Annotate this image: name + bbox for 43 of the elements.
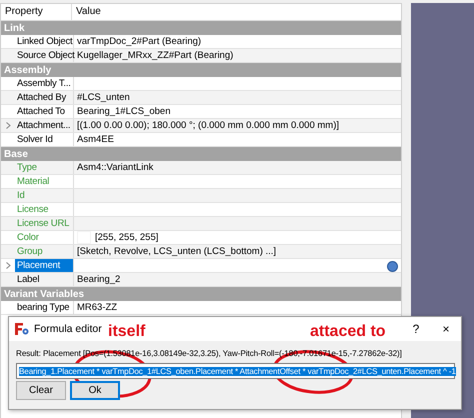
property-name[interactable]: Linked Object [15, 35, 74, 48]
column-header[interactable]: Value [72, 4, 105, 20]
property-name[interactable]: Color [15, 231, 74, 244]
annotation-text: attaced to [310, 323, 386, 341]
expression-field[interactable]: Bearing_1.Placement * varTmpDoc_1#LCS_oben.Placement * AttachmentOffset * varTmpDoc_2#LCS_unten.Placement ^ -1 [16, 363, 455, 379]
annotation-text: itself [108, 323, 146, 341]
group-title: Variant Variables [4, 288, 84, 300]
property-value: Bearing_1#LCS_oben [77, 106, 170, 117]
property-name[interactable]: Attached By [15, 91, 74, 104]
property-name[interactable]: Label [15, 273, 74, 286]
property-name[interactable]: Solver Id [15, 133, 74, 146]
chevron-icon[interactable] [6, 122, 10, 129]
property-name[interactable]: Material [15, 175, 74, 188]
property-value: [Sketch, Revolve, LCS_unten (LCS_bottom) ...] [77, 246, 276, 257]
property-name[interactable]: bearing Type [15, 301, 74, 314]
property-value: Asm4EE [77, 134, 114, 145]
group-title: Assembly [4, 64, 52, 76]
ok-button[interactable]: Ok [70, 381, 120, 400]
chevron-icon[interactable] [6, 262, 10, 269]
property-value: MR63-ZZ [77, 302, 118, 313]
property-value: #LCS_unten [77, 92, 130, 103]
property-value: Kugellager_MRxx_ZZ#Part (Bearing) [77, 50, 234, 61]
property-name[interactable]: Source Object [15, 49, 74, 62]
dialog-title: Formula editor [34, 323, 102, 335]
column-header[interactable]: Property [1, 4, 72, 20]
help-button[interactable]: ? [401, 318, 431, 340]
property-value: [(1.00 0.00 0.00); 180.000 °; (0.000 mm 0.000 mm 0.000 mm)] [77, 120, 340, 131]
group-title: Base [4, 148, 28, 160]
close-button[interactable]: × [431, 318, 461, 340]
property-name[interactable]: Attached To [15, 105, 74, 118]
group-title: Link [4, 22, 25, 34]
property-name[interactable]: Assembly T... [15, 77, 74, 90]
property-name[interactable]: Attachment... [15, 119, 74, 132]
property-value: varTmpDoc_2#Part (Bearing) [77, 36, 202, 47]
property-name[interactable]: Placement [15, 259, 74, 272]
property-value: Asm4::VariantLink [77, 162, 154, 173]
property-value: [255, 255, 255] [95, 232, 158, 243]
color-swatch[interactable] [77, 231, 91, 244]
app-logo-icon [15, 323, 29, 335]
property-name[interactable]: License [15, 203, 74, 216]
property-value: Bearing_2 [77, 274, 120, 285]
expression-icon[interactable] [387, 261, 398, 272]
clear-button[interactable]: Clear [16, 381, 66, 400]
